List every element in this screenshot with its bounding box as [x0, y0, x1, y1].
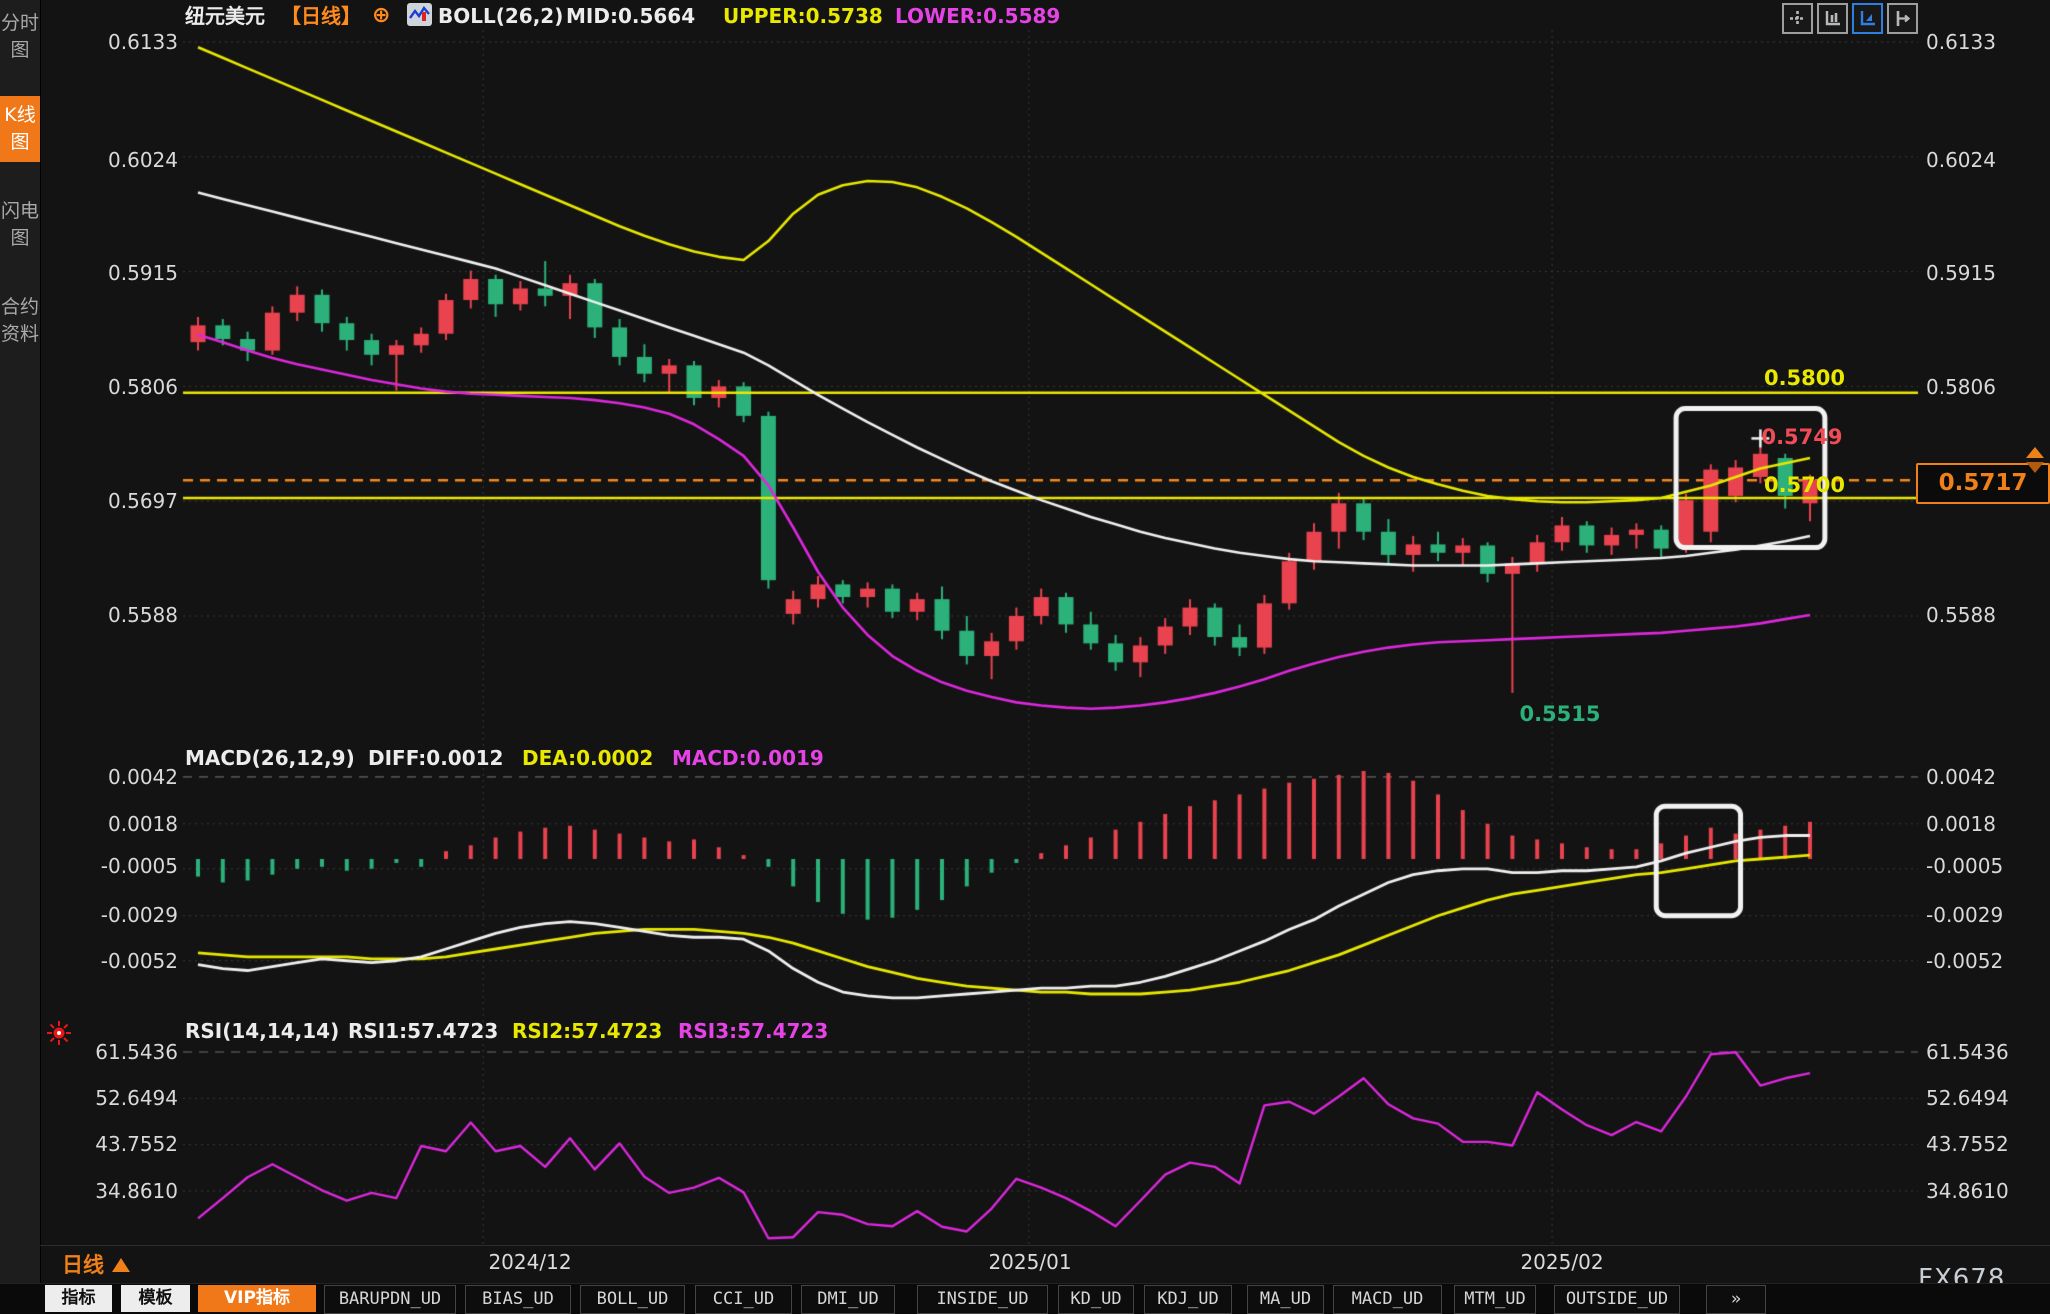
chevron-up-icon [112, 1258, 130, 1272]
price-axis-left: 0.6133 [40, 30, 178, 54]
axis-shift-icon[interactable] [1887, 3, 1918, 34]
macd-axis-left: 0.0018 [40, 812, 178, 836]
price-axis-left: 0.6024 [40, 148, 178, 172]
macd-title: MACD(26,12,9) [185, 746, 355, 770]
trading-app: { "app": { "watermark": "FX678" }, "side… [0, 0, 2050, 1314]
price-up-arrow-icon[interactable] [2026, 447, 2044, 458]
price-axis-right: 0.6133 [1926, 30, 2046, 54]
tab-boll-ud[interactable]: BOLL_UD [580, 1285, 685, 1314]
tab-kdj-ud[interactable]: KDJ_UD [1144, 1285, 1232, 1314]
rsi2-value: RSI2:57.4723 [512, 1019, 662, 1043]
rsi-axis-left: 52.6494 [40, 1086, 178, 1110]
tab-macd-ud[interactable]: MACD_UD [1333, 1285, 1442, 1314]
tab-dmi-ud[interactable]: DMI_UD [801, 1285, 895, 1314]
rsi-axis-left: 34.8610 [40, 1179, 178, 1203]
indicator-name: BOLL(26,2) [438, 4, 563, 28]
boll-lower-value: LOWER:0.5589 [895, 4, 1060, 28]
tab-bias-ud[interactable]: BIAS_UD [465, 1285, 571, 1314]
price-axis-left: 0.5806 [40, 375, 178, 399]
macd-value: MACD:0.0019 [672, 746, 824, 770]
macd-axis-right: 0.0018 [1926, 812, 2046, 836]
rsi1-value: RSI1:57.4723 [348, 1019, 498, 1043]
rsi-axis-right: 43.7552 [1926, 1132, 2046, 1156]
tab-barupdn-ud[interactable]: BARUPDN_UD [324, 1285, 456, 1314]
tab-outside-ud[interactable]: OUTSIDE_UD [1554, 1285, 1680, 1314]
price-axis-left: 0.5588 [40, 603, 178, 627]
macd-diff-value: DIFF:0.0012 [368, 746, 503, 770]
tab-ma-ud[interactable]: MA_UD [1247, 1285, 1324, 1314]
macd-axis-left: -0.0029 [40, 903, 178, 927]
price-axis-left: 0.5915 [40, 261, 178, 285]
macd-axis-left: -0.0005 [40, 854, 178, 878]
chart-canvas[interactable] [0, 0, 2050, 1314]
period-label[interactable]: 【日线】 [281, 4, 361, 28]
xaxis-month-label: 2025/01 [950, 1250, 1110, 1274]
rsi-axis-right: 61.5436 [1926, 1040, 2046, 1064]
tab-vip-indicator[interactable]: VIP指标 [198, 1285, 316, 1312]
swing-low-label: 0.5515 [1500, 702, 1620, 726]
indicator-tabbar: 指标 模板 VIP指标 BARUPDN_UD BIAS_UD BOLL_UD C… [0, 1283, 2050, 1314]
sidebar-item-lightning-chart[interactable]: 闪电图 [0, 192, 40, 258]
pan-crosshair-icon[interactable] [1782, 3, 1813, 34]
timeframe-selector[interactable]: 日线 [62, 1249, 130, 1279]
price-axis-right: 0.6024 [1926, 148, 2046, 172]
rsi-axis-right: 52.6494 [1926, 1086, 2046, 1110]
boll-mid-value: MID:0.5664 [566, 4, 695, 28]
price-axis-right: 0.5915 [1926, 261, 2046, 285]
macd-axis-right: 0.0042 [1926, 765, 2046, 789]
macd-axis-right: -0.0005 [1926, 854, 2046, 878]
chart-toolbar [1782, 3, 1918, 34]
macd-axis-right: -0.0052 [1926, 949, 2046, 973]
sidebar-item-time-chart[interactable]: 分时图 [0, 4, 40, 70]
swing-high-label: 0.5749 [1742, 425, 1862, 449]
sidebar-item-contract-info[interactable]: 合约资料 [0, 288, 40, 354]
price-axis-left: 0.5697 [40, 489, 178, 513]
tab-template[interactable]: 模板 [121, 1285, 190, 1312]
rsi-axis-left: 61.5436 [40, 1040, 178, 1064]
add-indicator-icon[interactable]: ⊕ [372, 4, 390, 28]
macd-axis-right: -0.0029 [1926, 903, 2046, 927]
rsi3-value: RSI3:57.4723 [678, 1019, 828, 1043]
macd-axis-left: 0.0042 [40, 765, 178, 789]
resistance-level-label: 0.5800 [1695, 366, 1845, 390]
sidebar-item-kline-chart[interactable]: K线图 [0, 96, 40, 162]
tab-kd-ud[interactable]: KD_UD [1058, 1285, 1134, 1314]
axis-candles-active-icon[interactable] [1852, 3, 1883, 34]
xaxis-separator [40, 1245, 2050, 1246]
support-level-label: 0.5700 [1695, 473, 1845, 497]
sidebar: 分时图 K线图 闪电图 合约资料 [0, 0, 41, 1314]
tab-more[interactable]: » [1706, 1285, 1766, 1314]
macd-dea-value: DEA:0.0002 [522, 746, 653, 770]
macd-axis-left: -0.0052 [40, 949, 178, 973]
xaxis-month-label: 2024/12 [450, 1250, 610, 1274]
tab-mtm-ud[interactable]: MTM_UD [1454, 1285, 1536, 1314]
tab-indicator[interactable]: 指标 [45, 1285, 112, 1312]
boll-upper-value: UPPER:0.5738 [723, 4, 883, 28]
axis-candles-icon[interactable] [1817, 3, 1848, 34]
price-axis-right: 0.5588 [1926, 603, 2046, 627]
tab-cci-ud[interactable]: CCI_UD [695, 1285, 792, 1314]
price-down-arrow-icon[interactable] [2026, 462, 2044, 473]
symbol-name: 纽元美元 [185, 4, 265, 28]
xaxis-month-label: 2025/02 [1482, 1250, 1642, 1274]
rsi-title: RSI(14,14,14) [185, 1019, 339, 1043]
kline-mini-icon [407, 3, 432, 27]
price-axis-right: 0.5806 [1926, 375, 2046, 399]
rsi-axis-left: 43.7552 [40, 1132, 178, 1156]
rsi-axis-right: 34.8610 [1926, 1179, 2046, 1203]
tab-inside-ud[interactable]: INSIDE_UD [917, 1285, 1048, 1314]
